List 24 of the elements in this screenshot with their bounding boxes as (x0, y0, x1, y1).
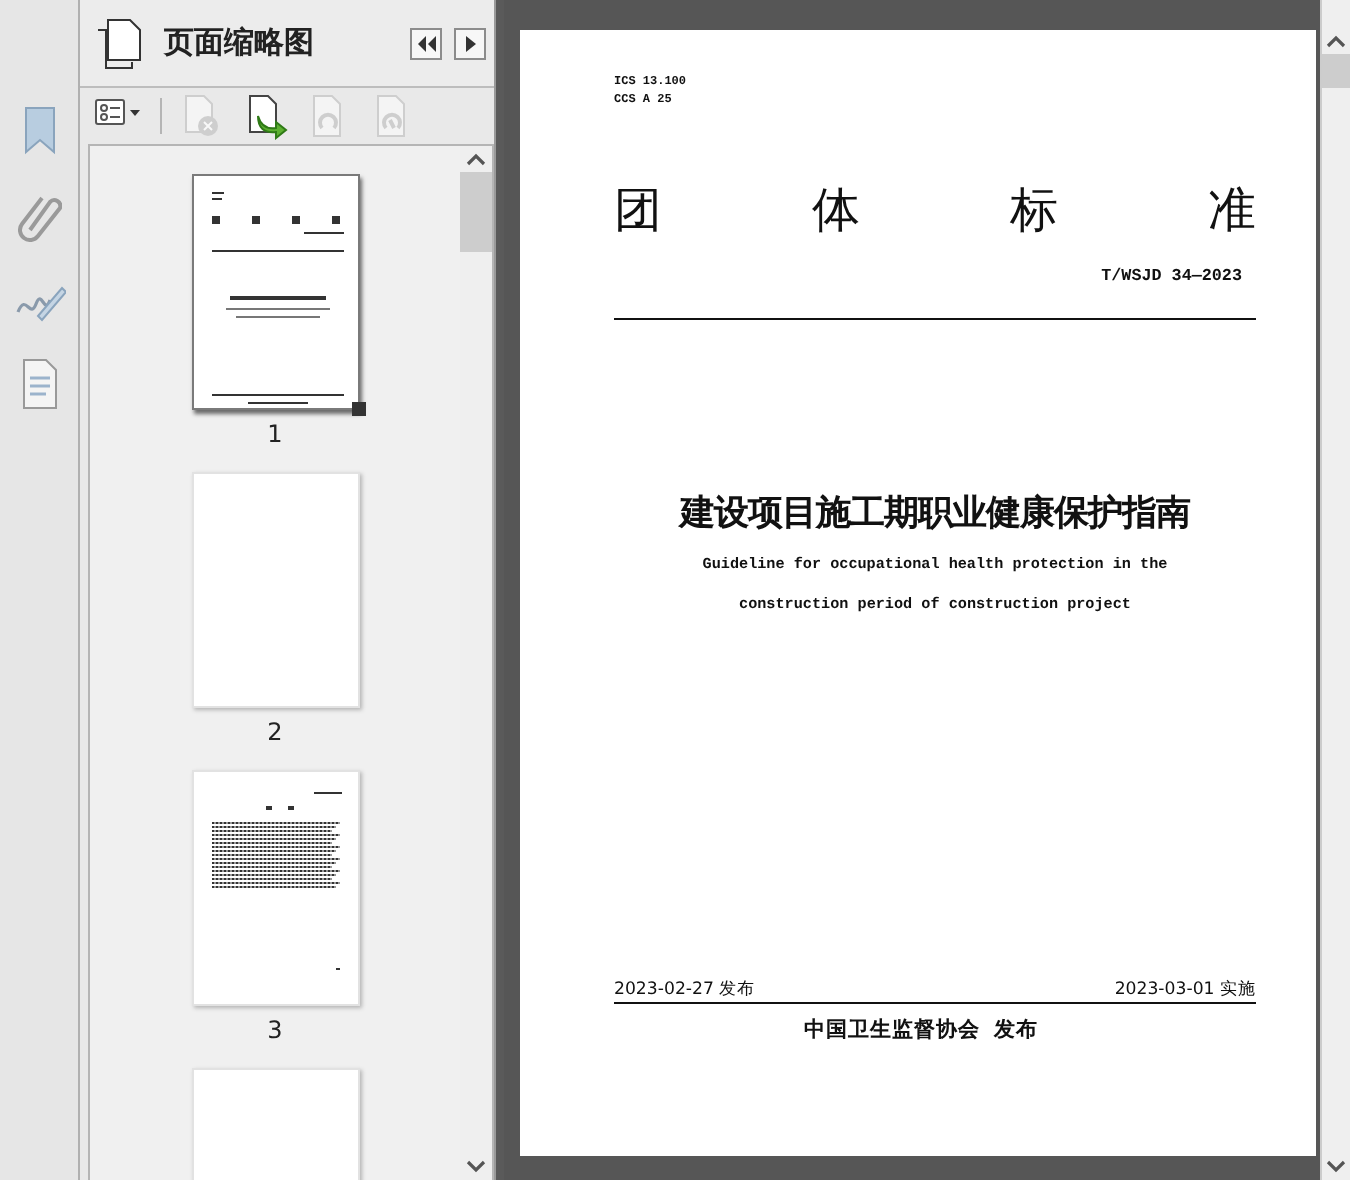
scroll-down-icon[interactable] (466, 1160, 486, 1174)
effective-date: 2023-03-01 实施 (1114, 980, 1256, 1000)
heading-character: 标 (1010, 182, 1058, 238)
scroll-up-icon[interactable] (466, 152, 486, 166)
double-left-arrow-icon (416, 35, 436, 51)
scroll-down-icon[interactable] (1326, 1160, 1346, 1174)
page-number: 2 (267, 718, 283, 746)
page-number: 1 (267, 420, 283, 448)
scroll-up-icon[interactable] (1326, 34, 1346, 48)
right-arrow-icon (464, 35, 476, 51)
publisher: 中国卫生监督协会 发布 (803, 1016, 1039, 1044)
collapse-panel-button[interactable] (410, 27, 442, 59)
panel-title: 页面缩略图 (164, 24, 316, 62)
publish-date: 2023-02-27 发布 (614, 980, 756, 1000)
document-icon[interactable] (19, 358, 59, 410)
heading-character: 体 (812, 182, 860, 238)
standard-number: T/WSJD 34—2023 (1101, 266, 1242, 286)
heading-character: 准 (1208, 182, 1256, 238)
document-title: 建设项目施工期职业健康保护指南 (680, 492, 1190, 536)
scrollbar-thumb[interactable] (1322, 54, 1350, 88)
scrollbar-thumb[interactable] (460, 172, 492, 252)
expand-panel-button[interactable] (454, 27, 486, 59)
heading-character: 团 (614, 182, 662, 238)
page-number: 3 (267, 1016, 283, 1044)
